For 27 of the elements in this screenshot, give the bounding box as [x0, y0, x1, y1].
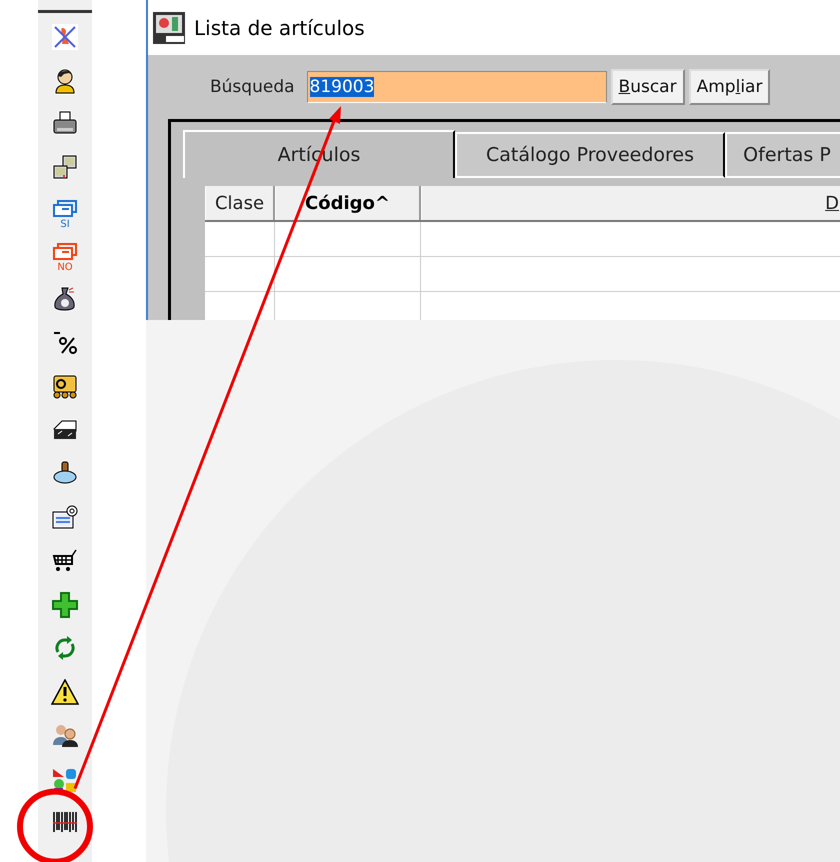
minus-percent-icon[interactable]: [52, 330, 78, 354]
cancel-person-icon[interactable]: [52, 24, 78, 50]
window-title: Lista de artículos: [194, 16, 365, 40]
shopping-cart-icon[interactable]: [52, 548, 78, 572]
barcode-icon[interactable]: [52, 810, 78, 834]
stamp-icon[interactable]: [52, 460, 78, 485]
money-bag-icon[interactable]: [53, 286, 77, 312]
plus-icon[interactable]: [52, 592, 78, 618]
column-header[interactable]: D: [421, 186, 840, 220]
search-button[interactable]: Buscar: [610, 69, 685, 105]
computers-icon[interactable]: [52, 155, 78, 182]
colored-shapes-icon[interactable]: [52, 766, 78, 793]
printer-icon[interactable]: [52, 111, 78, 136]
search-field[interactable]: 819003: [306, 71, 607, 103]
email-card-icon[interactable]: [52, 504, 78, 531]
tab[interactable]: Ofertas P: [725, 132, 840, 178]
column-header[interactable]: Código^: [275, 186, 421, 220]
card-coins-icon[interactable]: [52, 374, 78, 400]
column-header[interactable]: Clase: [205, 186, 275, 220]
app-logo-icon: [152, 10, 186, 44]
tab[interactable]: Catálogo Proveedores: [455, 132, 725, 178]
refresh-icon[interactable]: [53, 636, 77, 660]
warning-icon[interactable]: [51, 679, 79, 706]
person-icon[interactable]: [53, 68, 77, 94]
expand-button[interactable]: Ampliar: [688, 69, 770, 105]
search-label: Búsqueda: [210, 77, 295, 97]
people-icon[interactable]: [52, 723, 78, 747]
